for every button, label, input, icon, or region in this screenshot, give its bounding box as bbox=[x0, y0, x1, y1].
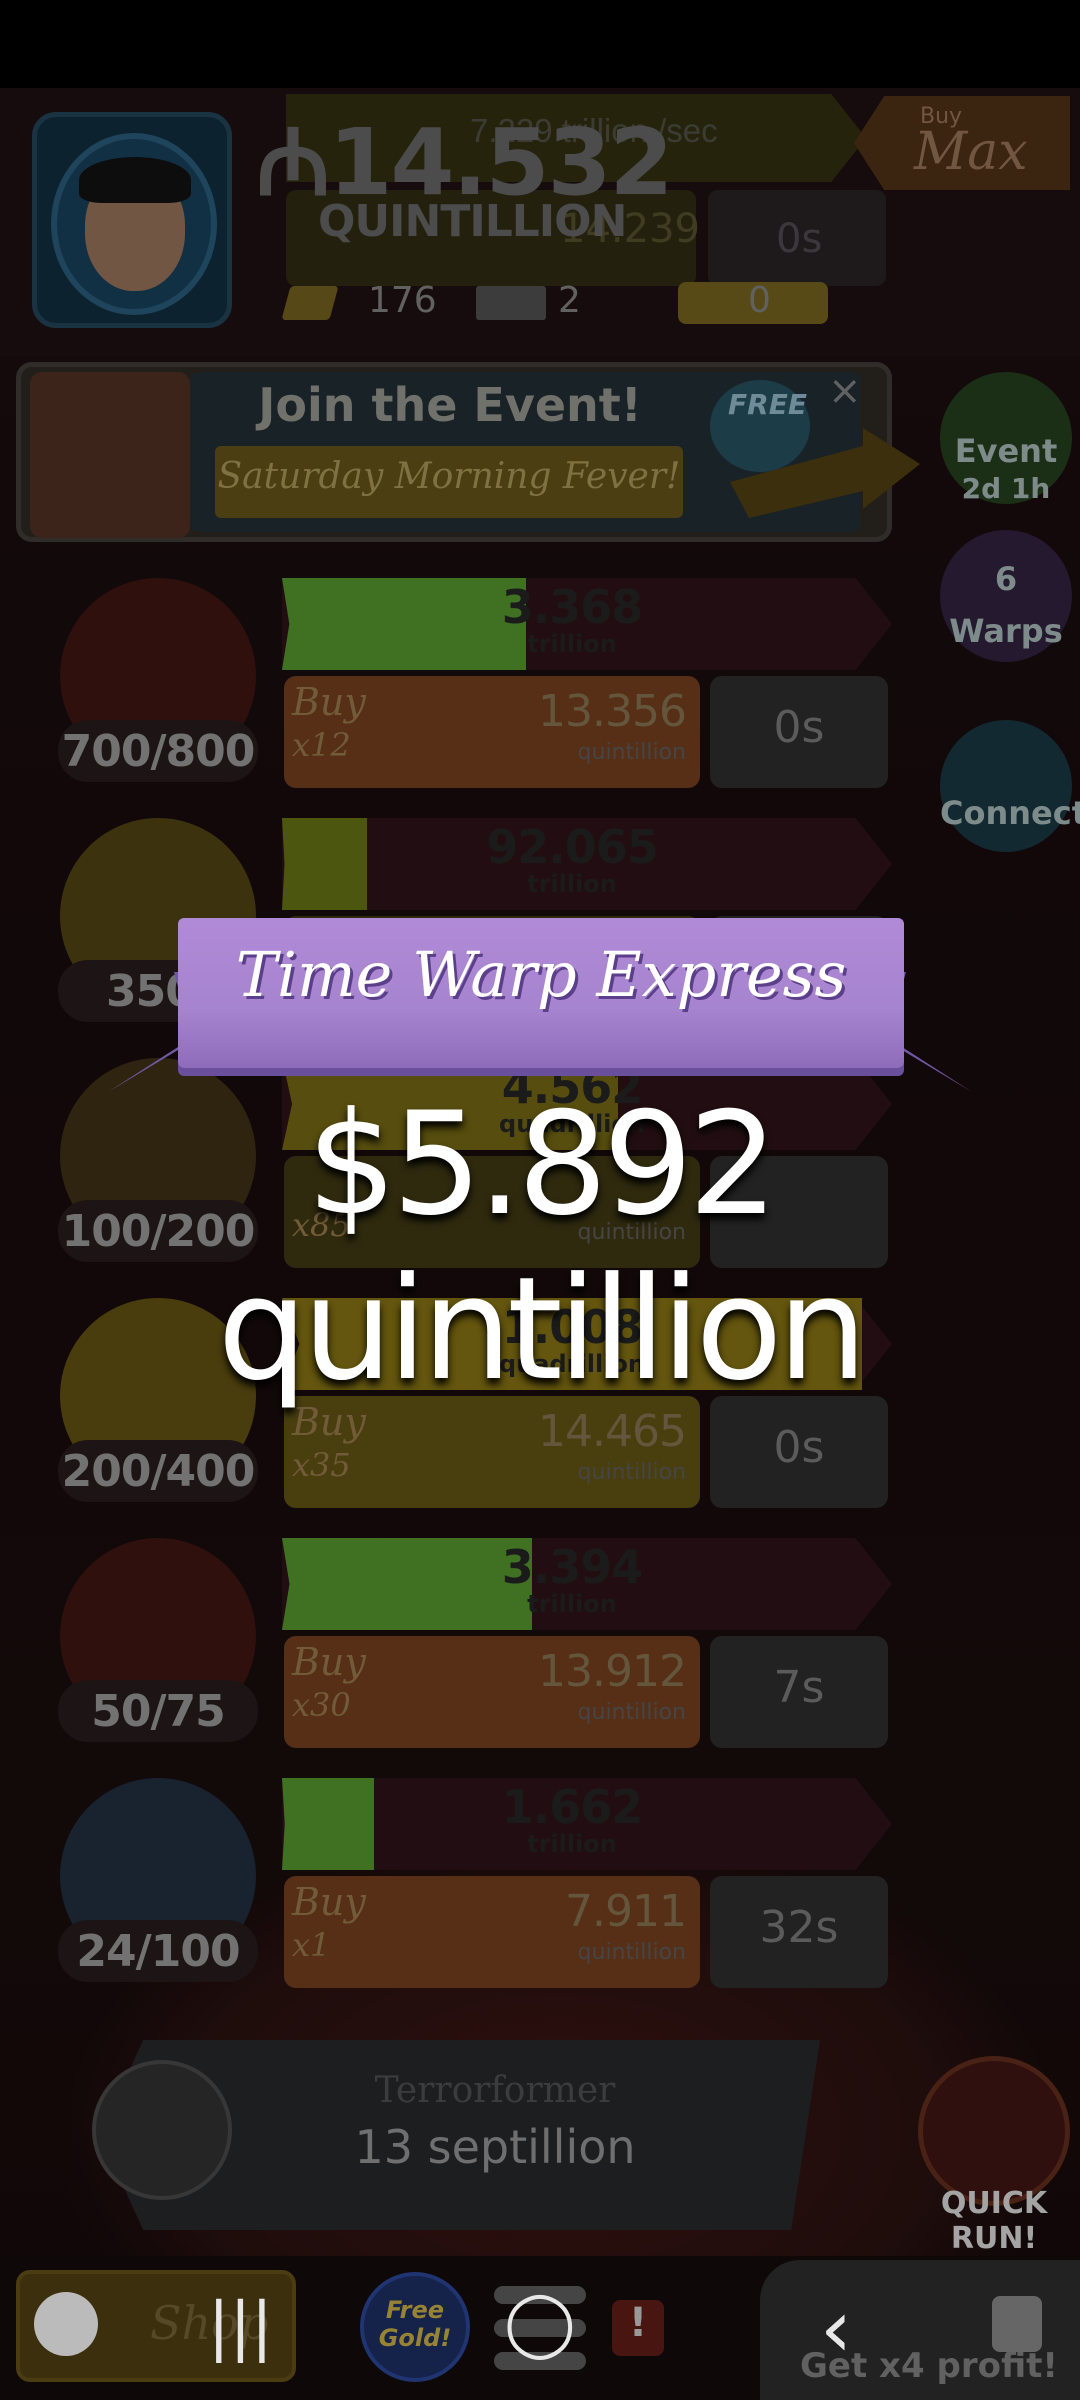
touch-icon[interactable] bbox=[992, 2296, 1042, 2352]
game-screen: 7.229 trillion /sec 14.239 0s ₼14.532 QU… bbox=[0, 0, 1080, 2400]
recent-apps-button[interactable]: ||| bbox=[208, 2290, 273, 2364]
gamepad-icon[interactable] bbox=[34, 2292, 98, 2356]
popup-title: Time Warp Express bbox=[235, 938, 847, 1011]
popup-prize-amount: $5.892 quintillion bbox=[217, 1082, 868, 1412]
home-button[interactable]: ◯ bbox=[504, 2286, 576, 2360]
back-button[interactable]: ‹ bbox=[820, 2282, 852, 2375]
